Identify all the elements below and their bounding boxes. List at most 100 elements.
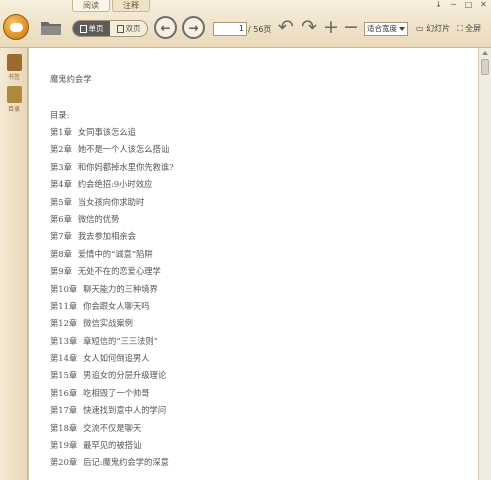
toc-item-title: 无处不在的恋爱心理学 xyxy=(77,266,161,277)
toc-item[interactable]: 第1章 女同事该怎么追 xyxy=(50,124,174,141)
toc-item-number: 第15章 xyxy=(50,370,78,381)
page-number-input[interactable]: 1 xyxy=(213,22,247,36)
close-icon[interactable]: ✕ xyxy=(479,0,488,9)
vertical-scrollbar[interactable] xyxy=(478,48,491,480)
toc-item-title: 爱情中的“诚意”陷阱 xyxy=(77,248,153,259)
toc-item-title: 男追女的分层升级理论 xyxy=(83,370,167,381)
toc-item-title: 微信的优势 xyxy=(77,213,120,224)
zoom-out-icon[interactable]: − xyxy=(343,16,359,38)
app-logo[interactable] xyxy=(3,14,29,40)
single-page-icon xyxy=(79,24,87,33)
double-page-button[interactable]: 双页 xyxy=(110,21,147,36)
toc-item[interactable]: 第6章 微信的优势 xyxy=(50,211,174,228)
toc-item-number: 第4章 xyxy=(50,179,72,190)
toc-item-number: 第6章 xyxy=(50,213,72,224)
single-page-button[interactable]: 单页 xyxy=(73,21,110,36)
sidebar-bookmarks-label: 书签 xyxy=(7,74,20,81)
fullscreen-button[interactable]: ⛶ 全屏 xyxy=(457,23,481,34)
toc-item-number: 第3章 xyxy=(50,161,72,172)
rotate-left-icon[interactable]: ↶ xyxy=(278,16,294,38)
sidebar-toc-label: 目录 xyxy=(7,106,20,113)
double-page-label: 双页 xyxy=(125,24,141,33)
toc-item[interactable]: 第9章 无处不在的恋爱心理学 xyxy=(50,263,174,280)
toc-item[interactable]: 第19章 最罕见的被搭讪 xyxy=(50,437,174,454)
slideshow-icon: ▭ xyxy=(416,24,424,33)
toc-item-number: 第7章 xyxy=(50,231,72,242)
toc-item-number: 第1章 xyxy=(50,127,72,137)
toc-icon xyxy=(6,86,22,103)
toc-item[interactable]: 第14章 女人如何倒追男人 xyxy=(50,350,174,367)
toc-item[interactable]: 第2章 她不是一个人该怎么搭讪 xyxy=(50,141,174,158)
toc-item-number: 第8章 xyxy=(50,248,72,259)
toc-item-title: 她不是一个人该怎么搭讪 xyxy=(77,144,170,155)
toc-item-title: 你会跟女人聊天吗 xyxy=(83,300,150,311)
tab-read[interactable]: 阅读 xyxy=(72,0,110,12)
arrow-right-icon: → xyxy=(188,20,199,35)
tab-annotate[interactable]: 注释 xyxy=(112,0,150,12)
page-total-label: / 56页 xyxy=(248,25,272,34)
mode-tabs: 阅读 注释 xyxy=(72,0,152,12)
single-page-label: 单页 xyxy=(88,24,104,33)
bookshelf-icon xyxy=(6,54,22,71)
toc-item-title: 快速找到意中人的学问 xyxy=(83,405,167,416)
toc-item[interactable]: 第5章 当女孩向你求助时 xyxy=(50,194,174,211)
toc-item-title: 女同事该怎么追 xyxy=(77,127,136,137)
toc-heading: 目录: xyxy=(50,110,70,120)
open-folder-icon[interactable] xyxy=(40,19,62,36)
view-mode-toggle: 单页 双页 xyxy=(72,20,148,37)
toc-item[interactable]: 第11章 你会跟女人聊天吗 xyxy=(50,298,174,315)
sidebar-item-toc[interactable]: 目录 xyxy=(3,86,25,113)
toc-item[interactable]: 第15章 男追女的分层升级理论 xyxy=(50,367,174,384)
next-page-button[interactable]: → xyxy=(182,16,205,39)
toc-item[interactable]: 第7章 我去参加相亲会 xyxy=(50,228,174,245)
toc-item-number: 第17章 xyxy=(50,405,78,416)
toc-item[interactable]: 第13章 章短信的“三三法则” xyxy=(50,333,174,350)
toc-item[interactable]: 第10章 聊天能力的三种境界 xyxy=(50,281,174,298)
toc-item-number: 第5章 xyxy=(50,196,72,207)
toc-item-number: 第9章 xyxy=(50,266,72,277)
toc-item-number: 第20章 xyxy=(50,457,78,468)
toc-item-title: 后记:魔鬼约会学的深意 xyxy=(83,457,169,468)
toc-item[interactable]: 第16章 吃相毁了一个帅哥 xyxy=(50,385,174,402)
toc-item[interactable]: 第12章 微信实战案例 xyxy=(50,315,174,332)
fullscreen-icon: ⛶ xyxy=(457,24,463,33)
slideshow-label: 幻灯片 xyxy=(426,24,451,33)
double-page-icon xyxy=(116,24,124,33)
document-page: 魔鬼约会学 目录: 第1章 女同事该怎么追 第2章 她不是一个人该怎么搭讪 第3章 和你妈… xyxy=(28,48,478,480)
toc-item[interactable]: 第3章 和你妈都掉水里你先救谁? xyxy=(50,159,174,176)
toc-item-title: 微信实战案例 xyxy=(83,318,133,329)
toc-item-title: 女人如何倒追男人 xyxy=(83,353,150,364)
left-sidebar: 书签 目录 xyxy=(0,48,28,480)
toc-item[interactable]: 第20章 后记:魔鬼约会学的深意 xyxy=(50,454,174,471)
toc-item-number: 第18章 xyxy=(50,422,78,433)
slideshow-button[interactable]: ▭ 幻灯片 xyxy=(416,23,450,34)
toc-item[interactable]: 第8章 爱情中的“诚意”陷阱 xyxy=(50,246,174,263)
toc-item[interactable]: 第18章 交流不仅是聊天 xyxy=(50,420,174,437)
sidebar-item-bookmarks[interactable]: 书签 xyxy=(3,54,25,81)
toc-item-title: 我去参加相亲会 xyxy=(77,231,136,242)
toc-item-number: 第19章 xyxy=(50,440,78,451)
toc-item-title: 最罕见的被搭讪 xyxy=(83,440,142,451)
toc-item-title: 交流不仅是聊天 xyxy=(83,422,142,433)
scroll-up-icon[interactable] xyxy=(482,51,488,55)
minimize-icon[interactable]: ─ xyxy=(449,0,458,9)
scroll-thumb[interactable] xyxy=(481,59,489,75)
toc-item-title: 聊天能力的三种境界 xyxy=(83,283,158,294)
toc-item-number: 第10章 xyxy=(50,283,78,294)
toc-item-number: 第11章 xyxy=(50,300,78,311)
zoom-select[interactable]: 适合宽度 xyxy=(364,22,408,36)
download-icon[interactable]: ↓ xyxy=(434,0,443,9)
book-title: 魔鬼约会学 xyxy=(50,74,92,84)
toc-item-number: 第2章 xyxy=(50,144,72,155)
zoom-select-value: 适合宽度 xyxy=(367,24,397,33)
toc-item-title: 章短信的“三三法则” xyxy=(83,335,159,346)
toc-item-number: 第14章 xyxy=(50,353,78,364)
window-controls: ↓ ─ □ ✕ xyxy=(434,0,488,9)
toc-item-title: 当女孩向你求助时 xyxy=(77,196,145,207)
previous-page-button[interactable]: ← xyxy=(154,16,177,39)
toc-item[interactable]: 第4章 约会绝招:9小时效应 xyxy=(50,176,174,193)
toc-item[interactable]: 第17章 快速找到意中人的学问 xyxy=(50,402,174,419)
maximize-icon[interactable]: □ xyxy=(464,0,473,9)
zoom-in-icon[interactable]: + xyxy=(323,16,339,38)
rotate-right-icon[interactable]: ↷ xyxy=(301,16,317,38)
